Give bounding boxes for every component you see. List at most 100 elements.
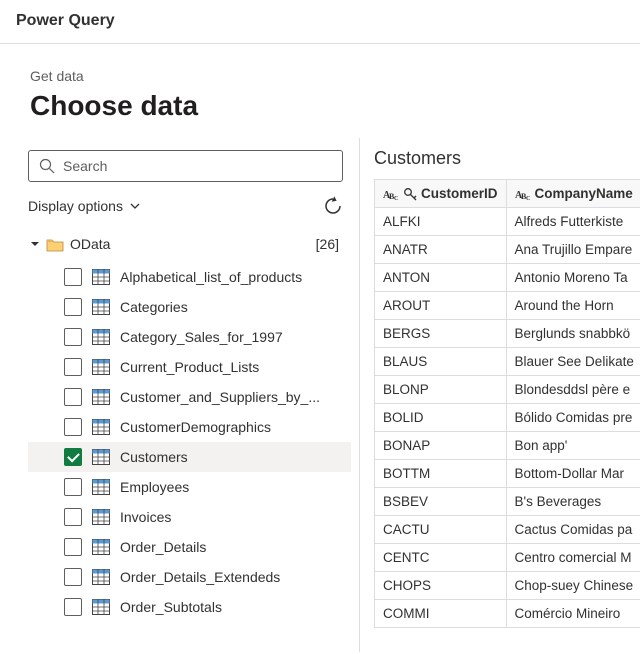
table-icon bbox=[92, 359, 110, 375]
tree-item[interactable]: Customers bbox=[28, 442, 351, 472]
cell-customerid: BERGS bbox=[375, 320, 507, 348]
tree-item-label: CustomerDemographics bbox=[120, 419, 271, 435]
table-row[interactable]: COMMIComércio Mineiro bbox=[375, 600, 640, 628]
cell-customerid: BONAP bbox=[375, 432, 507, 460]
table-row[interactable]: ANTONAntonio Moreno Ta bbox=[375, 264, 640, 292]
table-row[interactable]: AROUTAround the Horn bbox=[375, 292, 640, 320]
column-header-companyname[interactable]: ABC CompanyName bbox=[506, 180, 640, 208]
checkbox[interactable] bbox=[64, 538, 82, 556]
checkbox[interactable] bbox=[64, 418, 82, 436]
cell-customerid: CENTC bbox=[375, 544, 507, 572]
table-row[interactable]: ANATRAna Trujillo Empare bbox=[375, 236, 640, 264]
cell-companyname: Ana Trujillo Empare bbox=[506, 236, 640, 264]
table-icon bbox=[92, 509, 110, 525]
checkbox[interactable] bbox=[64, 568, 82, 586]
key-icon bbox=[403, 187, 417, 201]
table-row[interactable]: BOLIDBólido Comidas pre bbox=[375, 404, 640, 432]
table-row[interactable]: BSBEVB's Beverages bbox=[375, 488, 640, 516]
column-label: CustomerID bbox=[421, 186, 498, 201]
cell-companyname: B's Beverages bbox=[506, 488, 640, 516]
checkbox[interactable] bbox=[64, 448, 82, 466]
checkbox[interactable] bbox=[64, 298, 82, 316]
tree-item-label: Current_Product_Lists bbox=[120, 359, 259, 375]
tree-root-label: OData bbox=[70, 236, 110, 252]
cell-customerid: BLAUS bbox=[375, 348, 507, 376]
cell-customerid: BSBEV bbox=[375, 488, 507, 516]
refresh-button[interactable] bbox=[323, 196, 343, 216]
cell-companyname: Cactus Comidas pa bbox=[506, 516, 640, 544]
tree-item[interactable]: Customer_and_Suppliers_by_... bbox=[28, 382, 351, 412]
table-row[interactable]: BERGSBerglunds snabbkö bbox=[375, 320, 640, 348]
search-field[interactable] bbox=[63, 158, 332, 174]
svg-text:C: C bbox=[526, 196, 530, 201]
table-icon bbox=[92, 539, 110, 555]
tree-root-count: [26] bbox=[316, 236, 339, 252]
cell-customerid: CHOPS bbox=[375, 572, 507, 600]
tree-item[interactable]: Categories bbox=[28, 292, 351, 322]
subtitle: Get data bbox=[30, 68, 610, 84]
navigator-pane: Display options OData [26] Alphabe bbox=[0, 138, 360, 652]
cell-customerid: CACTU bbox=[375, 516, 507, 544]
preview-pane: Customers ABC CustomerID ABC bbox=[360, 138, 640, 652]
table-icon bbox=[92, 299, 110, 315]
tree-item[interactable]: Employees bbox=[28, 472, 351, 502]
checkbox[interactable] bbox=[64, 388, 82, 406]
cell-companyname: Centro comercial M bbox=[506, 544, 640, 572]
table-icon bbox=[92, 479, 110, 495]
checkbox[interactable] bbox=[64, 598, 82, 616]
search-icon bbox=[39, 158, 55, 174]
tree-item[interactable]: Alphabetical_list_of_products bbox=[28, 262, 351, 292]
display-options-dropdown[interactable]: Display options bbox=[28, 198, 141, 214]
table-row[interactable]: CACTUCactus Comidas pa bbox=[375, 516, 640, 544]
display-options-label: Display options bbox=[28, 198, 123, 214]
table-row[interactable]: ALFKIAlfreds Futterkiste bbox=[375, 208, 640, 236]
table-icon bbox=[92, 329, 110, 345]
table-row[interactable]: BLONPBlondesddsl père e bbox=[375, 376, 640, 404]
tree-item[interactable]: Category_Sales_for_1997 bbox=[28, 322, 351, 352]
tree-item[interactable]: Order_Details_Extendeds bbox=[28, 562, 351, 592]
preview-table: ABC CustomerID ABC CompanyName ALFKIAlfr… bbox=[374, 179, 640, 628]
cell-customerid: BOTTM bbox=[375, 460, 507, 488]
tree-item-label: Category_Sales_for_1997 bbox=[120, 329, 283, 345]
cell-companyname: Bólido Comidas pre bbox=[506, 404, 640, 432]
app-title: Power Query bbox=[0, 0, 640, 44]
tree-item[interactable]: Current_Product_Lists bbox=[28, 352, 351, 382]
tree-item-label: Alphabetical_list_of_products bbox=[120, 269, 302, 285]
table-icon bbox=[92, 269, 110, 285]
cell-companyname: Blauer See Delikate bbox=[506, 348, 640, 376]
header: Get data Choose data bbox=[0, 44, 640, 138]
tree-item[interactable]: Order_Subtotals bbox=[28, 592, 351, 622]
checkbox[interactable] bbox=[64, 268, 82, 286]
checkbox[interactable] bbox=[64, 508, 82, 526]
table-row[interactable]: CHOPSChop-suey Chinese bbox=[375, 572, 640, 600]
text-type-icon: ABC bbox=[383, 187, 399, 201]
table-icon bbox=[92, 599, 110, 615]
checkbox[interactable] bbox=[64, 358, 82, 376]
tree-item[interactable]: CustomerDemographics bbox=[28, 412, 351, 442]
cell-customerid: BLONP bbox=[375, 376, 507, 404]
chevron-down-icon bbox=[129, 200, 141, 212]
tree-item[interactable]: Invoices bbox=[28, 502, 351, 532]
tree-item-label: Customers bbox=[120, 449, 188, 465]
text-type-icon: ABC bbox=[515, 187, 531, 201]
folder-icon bbox=[46, 237, 64, 252]
column-header-customerid[interactable]: ABC CustomerID bbox=[375, 180, 507, 208]
tree-item[interactable]: Order_Details bbox=[28, 532, 351, 562]
table-row[interactable]: BLAUSBlauer See Delikate bbox=[375, 348, 640, 376]
search-input[interactable] bbox=[28, 150, 343, 182]
table-icon bbox=[92, 569, 110, 585]
column-label: CompanyName bbox=[535, 186, 633, 201]
checkbox[interactable] bbox=[64, 478, 82, 496]
tree-root-odata[interactable]: OData [26] bbox=[28, 230, 351, 258]
tree-item-label: Order_Details_Extendeds bbox=[120, 569, 280, 585]
table-row[interactable]: BOTTMBottom-Dollar Mar bbox=[375, 460, 640, 488]
checkbox[interactable] bbox=[64, 328, 82, 346]
table-row[interactable]: CENTCCentro comercial M bbox=[375, 544, 640, 572]
tree-item-label: Employees bbox=[120, 479, 189, 495]
cell-customerid: AROUT bbox=[375, 292, 507, 320]
table-row[interactable]: BONAPBon app' bbox=[375, 432, 640, 460]
tree-item-label: Invoices bbox=[120, 509, 171, 525]
source-tree: OData [26] Alphabetical_list_of_products… bbox=[28, 230, 351, 622]
cell-companyname: Blondesddsl père e bbox=[506, 376, 640, 404]
svg-text:C: C bbox=[394, 196, 398, 201]
